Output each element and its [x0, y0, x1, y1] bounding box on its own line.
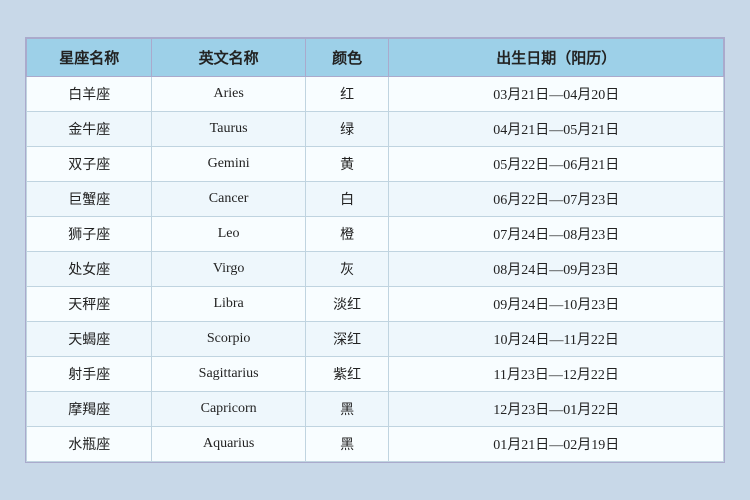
- table-row: 天蝎座Scorpio深红10月24日—11月22日: [27, 322, 724, 357]
- cell-en: Aries: [152, 77, 305, 112]
- cell-date: 03月21日—04月20日: [389, 77, 724, 112]
- cell-en: Scorpio: [152, 322, 305, 357]
- cell-color: 深红: [305, 322, 389, 357]
- table-row: 狮子座Leo橙07月24日—08月23日: [27, 217, 724, 252]
- cell-color: 黑: [305, 392, 389, 427]
- zodiac-table-container: 星座名称 英文名称 颜色 出生日期（阳历） 白羊座Aries红03月21日—04…: [25, 37, 725, 463]
- cell-en: Taurus: [152, 112, 305, 147]
- cell-en: Capricorn: [152, 392, 305, 427]
- table-row: 天秤座Libra淡红09月24日—10月23日: [27, 287, 724, 322]
- cell-date: 01月21日—02月19日: [389, 427, 724, 462]
- table-row: 处女座Virgo灰08月24日—09月23日: [27, 252, 724, 287]
- cell-en: Cancer: [152, 182, 305, 217]
- cell-color: 灰: [305, 252, 389, 287]
- cell-en: Gemini: [152, 147, 305, 182]
- cell-zh: 处女座: [27, 252, 152, 287]
- header-color: 颜色: [305, 39, 389, 77]
- table-row: 白羊座Aries红03月21日—04月20日: [27, 77, 724, 112]
- cell-zh: 白羊座: [27, 77, 152, 112]
- cell-zh: 双子座: [27, 147, 152, 182]
- cell-date: 10月24日—11月22日: [389, 322, 724, 357]
- table-row: 水瓶座Aquarius黑01月21日—02月19日: [27, 427, 724, 462]
- cell-zh: 巨蟹座: [27, 182, 152, 217]
- cell-en: Libra: [152, 287, 305, 322]
- cell-color: 橙: [305, 217, 389, 252]
- table-header-row: 星座名称 英文名称 颜色 出生日期（阳历）: [27, 39, 724, 77]
- header-date: 出生日期（阳历）: [389, 39, 724, 77]
- cell-date: 04月21日—05月21日: [389, 112, 724, 147]
- cell-zh: 射手座: [27, 357, 152, 392]
- cell-color: 绿: [305, 112, 389, 147]
- cell-zh: 狮子座: [27, 217, 152, 252]
- header-zh: 星座名称: [27, 39, 152, 77]
- cell-date: 09月24日—10月23日: [389, 287, 724, 322]
- table-row: 巨蟹座Cancer白06月22日—07月23日: [27, 182, 724, 217]
- table-row: 射手座Sagittarius紫红11月23日—12月22日: [27, 357, 724, 392]
- table-row: 双子座Gemini黄05月22日—06月21日: [27, 147, 724, 182]
- cell-date: 07月24日—08月23日: [389, 217, 724, 252]
- header-en: 英文名称: [152, 39, 305, 77]
- cell-en: Aquarius: [152, 427, 305, 462]
- cell-en: Leo: [152, 217, 305, 252]
- cell-color: 白: [305, 182, 389, 217]
- zodiac-table: 星座名称 英文名称 颜色 出生日期（阳历） 白羊座Aries红03月21日—04…: [26, 38, 724, 462]
- cell-zh: 天蝎座: [27, 322, 152, 357]
- cell-color: 紫红: [305, 357, 389, 392]
- cell-en: Sagittarius: [152, 357, 305, 392]
- cell-date: 05月22日—06月21日: [389, 147, 724, 182]
- cell-zh: 水瓶座: [27, 427, 152, 462]
- cell-zh: 摩羯座: [27, 392, 152, 427]
- cell-date: 12月23日—01月22日: [389, 392, 724, 427]
- cell-color: 红: [305, 77, 389, 112]
- cell-color: 淡红: [305, 287, 389, 322]
- table-row: 摩羯座Capricorn黑12月23日—01月22日: [27, 392, 724, 427]
- cell-date: 08月24日—09月23日: [389, 252, 724, 287]
- cell-date: 11月23日—12月22日: [389, 357, 724, 392]
- table-row: 金牛座Taurus绿04月21日—05月21日: [27, 112, 724, 147]
- cell-zh: 金牛座: [27, 112, 152, 147]
- cell-en: Virgo: [152, 252, 305, 287]
- cell-color: 黄: [305, 147, 389, 182]
- cell-zh: 天秤座: [27, 287, 152, 322]
- cell-date: 06月22日—07月23日: [389, 182, 724, 217]
- cell-color: 黑: [305, 427, 389, 462]
